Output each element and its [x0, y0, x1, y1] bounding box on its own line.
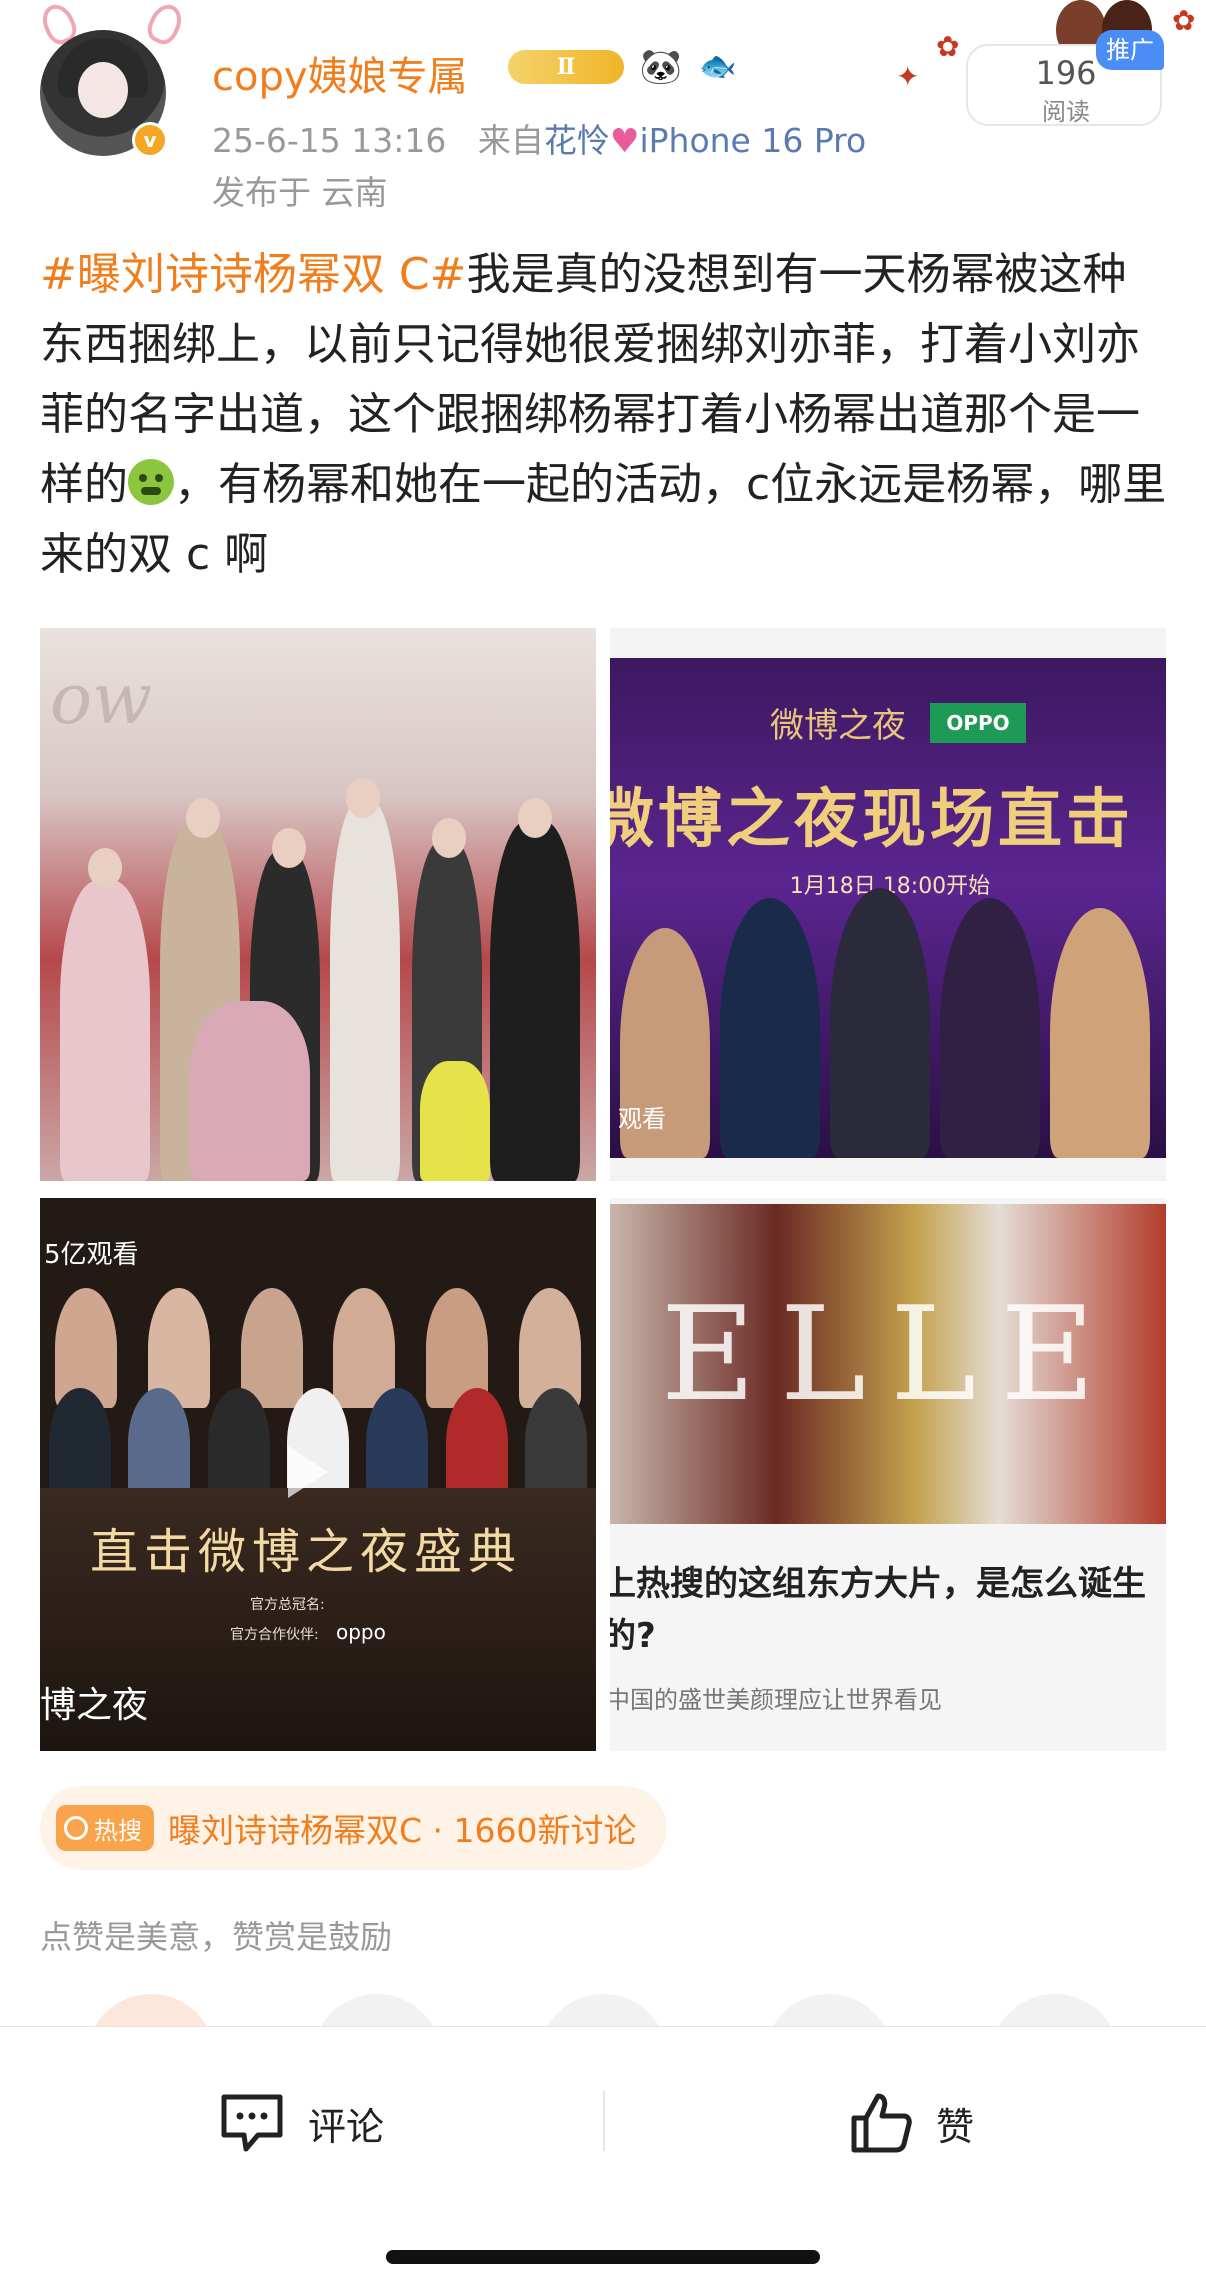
like-label: 赞: [936, 2104, 975, 2149]
via-user-link[interactable]: 花怜: [544, 121, 610, 160]
comment-button[interactable]: 评论: [218, 2083, 384, 2163]
nauseated-emoji-icon: [128, 459, 174, 505]
video-sponsor-partner: 官方合作伙伴:: [230, 1627, 319, 1643]
image-weibo-night-video[interactable]: 5亿观看 直击微博之夜盛典 官方总冠名: 官方合作伙伴: oppo 博之夜: [40, 1198, 596, 1751]
search-icon: [64, 1816, 88, 1840]
user-badges: Ⅱ 🐼 🐟: [508, 44, 738, 90]
article-subtitle: 中国的盛世美颜理应让世界看见: [610, 1686, 942, 1714]
bar-divider: [603, 2091, 605, 2151]
post-header: v copy姨娘专属 Ⅱ 🐼 🐟 25-6-15 13:16 来自花怜♥iPho…: [0, 0, 1206, 220]
play-icon[interactable]: [288, 1446, 328, 1498]
verified-badge-icon: v: [132, 122, 168, 158]
level-badge-icon[interactable]: Ⅱ: [508, 50, 624, 84]
image-grid: ow 微博之夜 OPPO 微博之夜现场直击 1月18日 18:00开始 观看 5…: [40, 628, 1166, 1751]
comment-icon: [221, 2094, 283, 2152]
video-sponsor-title: 官方总冠名:: [250, 1597, 325, 1613]
image-elle-article[interactable]: ELLE 上热搜的这组东方大片，是怎么诞生的? 中国的盛世美颜理应让世界看见: [610, 1198, 1166, 1751]
hot-badge-label: 热搜: [94, 1816, 142, 1845]
video-bottom-text: 博之夜: [40, 1685, 149, 1726]
image-weibo-night-banner[interactable]: 微博之夜 OPPO 微博之夜现场直击 1月18日 18:00开始 观看: [610, 628, 1166, 1181]
post-time: 25-6-15 13:16: [212, 121, 447, 160]
read-label: 阅读: [1042, 98, 1090, 126]
banner-corner-text: 观看: [618, 1105, 666, 1133]
image-magazine-spread[interactable]: ow: [40, 628, 596, 1181]
weibo-night-logo: 微博之夜: [770, 706, 906, 746]
promote-tag[interactable]: 推广: [1096, 30, 1164, 70]
koi-fish-icon: 🐟: [699, 49, 737, 84]
heart-icon: ♥: [609, 121, 640, 160]
banner-title: 微博之夜现场直击: [610, 782, 1134, 857]
elle-logo: ELLE: [660, 1278, 1120, 1430]
video-views: 5亿观看: [44, 1240, 139, 1270]
magazine-letters: ow: [50, 658, 153, 740]
device-link[interactable]: iPhone 16 Pro: [639, 121, 866, 160]
reward-avatars: [0, 1994, 1206, 2026]
post-location: 发布于 云南: [212, 173, 388, 212]
author-name[interactable]: copy姨娘专属: [212, 44, 468, 102]
hashtag-link[interactable]: #曝刘诗诗杨幂双 C#: [40, 249, 466, 300]
hot-search-pill[interactable]: 热搜 曝刘诗诗杨幂双C · 1660新讨论: [40, 1786, 667, 1870]
video-oppo-logo: oppo: [336, 1620, 386, 1644]
post-body: #曝刘诗诗杨幂双 C#我是真的没想到有一天杨幂被这种东西捆绑上，以前只记得她很爱…: [40, 240, 1170, 590]
via-prefix: 来自: [477, 121, 544, 160]
video-title: 直击微博之夜盛典: [90, 1524, 523, 1580]
like-button[interactable]: 赞: [848, 2083, 974, 2163]
comment-label: 评论: [308, 2104, 385, 2149]
panda-icon: 🐼: [639, 47, 683, 87]
hot-search-text: 曝刘诗诗杨幂双C · 1660新讨论: [168, 1811, 637, 1850]
post-text-2: ，有杨幂和她在一起的活动，c位永远是杨幂，哪里来的双 c 啊: [40, 459, 1167, 580]
post-meta: 25-6-15 13:16 来自花怜♥iPhone 16 Pro: [212, 114, 866, 162]
article-headline: 上热搜的这组东方大片，是怎么诞生的?: [610, 1564, 1146, 1656]
thumbs-up-icon: [851, 2093, 912, 2153]
home-indicator[interactable]: [386, 2250, 820, 2264]
oppo-logo: OPPO: [930, 702, 1026, 743]
hot-search-badge: 热搜: [56, 1805, 154, 1851]
appreciate-text: 点赞是美意，赞赏是鼓励: [40, 1918, 393, 1956]
